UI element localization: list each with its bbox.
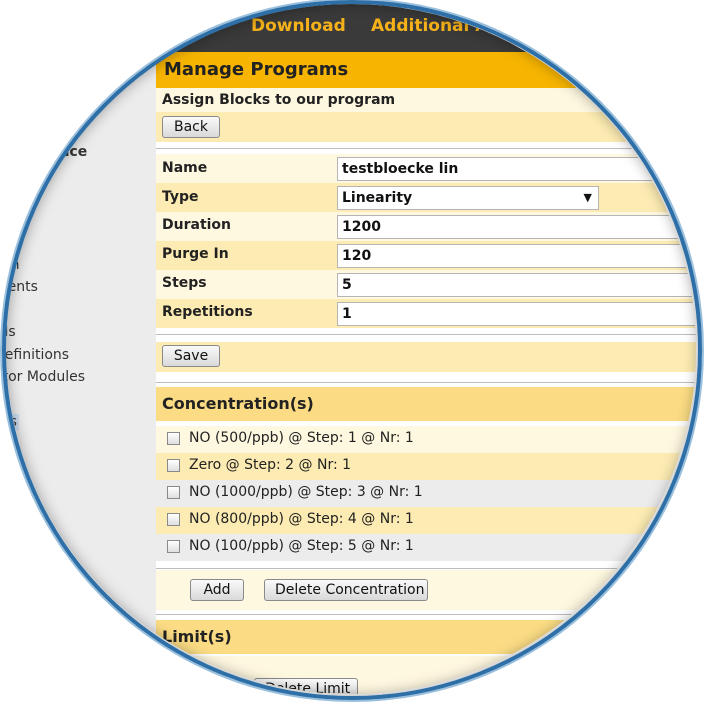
page-title: Manage Programs — [164, 59, 349, 80]
purge-label: Purge In — [162, 246, 229, 262]
limits-header: Limit(s) — [156, 620, 696, 654]
repetitions-label: Repetitions — [162, 304, 253, 320]
limit-actions-row: Delete Limit — [156, 656, 696, 694]
concentrations-header: Concentration(s) — [156, 387, 696, 421]
list-item: NO (1000/ppb) @ Step: 3 @ Nr: 1 — [156, 480, 696, 507]
back-row: Back — [156, 112, 696, 142]
steps-label: Steps — [162, 275, 207, 291]
form-row-duration: Duration 1200 — [156, 212, 696, 241]
sidebar-item-1[interactable]: s — [16, 234, 23, 250]
concentration-label: NO (500/ppb) @ Step: 1 @ Nr: 1 — [189, 430, 414, 446]
concentration-checkbox[interactable] — [167, 540, 180, 553]
magnifier-lens: Download Additional A ance s on ments rd… — [6, 4, 696, 694]
save-row: Save — [156, 342, 696, 372]
top-navigation: Download Additional A — [6, 4, 696, 58]
concentration-actions-row: Add Delete Concentration — [156, 570, 696, 610]
type-select-value: Linearity — [342, 190, 413, 206]
back-button[interactable]: Back — [162, 116, 220, 138]
form-row-name: Name testbloecke lin — [156, 154, 696, 183]
divider — [156, 334, 696, 335]
add-concentration-button[interactable]: Add — [190, 579, 244, 601]
concentration-checkbox[interactable] — [167, 432, 180, 445]
sidebar-item-maintenance[interactable]: ance — [50, 144, 87, 160]
main-content: Manage Programs Assign Blocks to our pro… — [156, 52, 696, 694]
divider — [156, 148, 696, 149]
save-button[interactable]: Save — [162, 345, 220, 367]
nav-download[interactable]: Download — [251, 16, 346, 36]
name-input[interactable]: testbloecke lin — [337, 157, 696, 181]
sidebar-item-2[interactable]: on — [6, 257, 19, 273]
concentration-checkbox[interactable] — [167, 459, 180, 472]
repetitions-input[interactable]: 1 — [337, 302, 696, 326]
list-item: NO (500/ppb) @ Step: 1 @ Nr: 1 — [156, 426, 696, 453]
name-label: Name — [162, 160, 208, 176]
divider — [156, 382, 696, 383]
concentration-label: NO (1000/ppb) @ Step: 3 @ Nr: 1 — [189, 484, 423, 500]
form-row-repetitions: Repetitions 1 — [156, 299, 696, 328]
purge-input[interactable]: 120 — [337, 244, 696, 268]
concentrations-title: Concentration(s) — [162, 394, 314, 413]
page-subtitle: Assign Blocks to our program — [162, 92, 396, 108]
chevron-down-icon: ▼ — [583, 191, 592, 204]
page-header: Manage Programs — [156, 52, 696, 88]
delete-concentration-button[interactable]: Delete Concentration — [264, 579, 428, 601]
form-row-steps: Steps 5 — [156, 270, 696, 299]
form-row-purge: Purge In 120 — [156, 241, 696, 270]
type-select[interactable]: Linearity ▼ — [337, 186, 599, 210]
delete-limit-button[interactable]: Delete Limit — [254, 678, 358, 694]
list-item: NO (800/ppb) @ Step: 4 @ Nr: 1 — [156, 507, 696, 534]
form-row-type: Type Linearity ▼ — [156, 183, 696, 212]
sidebar: ance s on ments rds Definitions ator Mod… — [6, 58, 156, 694]
sidebar-item-modules[interactable]: ator Modules — [6, 369, 85, 385]
divider — [156, 614, 696, 615]
sidebar-item-3[interactable]: ments — [6, 279, 38, 295]
concentration-label: NO (800/ppb) @ Step: 4 @ Nr: 1 — [189, 511, 414, 527]
steps-input[interactable]: 5 — [337, 273, 696, 297]
subtitle-row: Assign Blocks to our program — [156, 88, 696, 112]
concentration-label: NO (100/ppb) @ Step: 5 @ Nr: 1 — [189, 538, 414, 554]
sidebar-item-4[interactable]: rds — [6, 324, 16, 340]
sidebar-item-programs[interactable]: ms — [6, 414, 19, 430]
nav-additional[interactable]: Additional A — [371, 16, 488, 36]
concentration-label: Zero @ Step: 2 @ Nr: 1 — [189, 457, 352, 473]
sidebar-item-definitions[interactable]: Definitions — [6, 347, 69, 363]
list-item: Zero @ Step: 2 @ Nr: 1 — [156, 453, 696, 480]
divider — [156, 568, 696, 569]
concentration-checkbox[interactable] — [167, 513, 180, 526]
type-label: Type — [162, 189, 199, 205]
duration-label: Duration — [162, 217, 232, 233]
limits-title: Limit(s) — [162, 627, 232, 646]
duration-input[interactable]: 1200 — [337, 215, 696, 239]
concentration-checkbox[interactable] — [167, 486, 180, 499]
list-item: NO (100/ppb) @ Step: 5 @ Nr: 1 — [156, 534, 696, 561]
